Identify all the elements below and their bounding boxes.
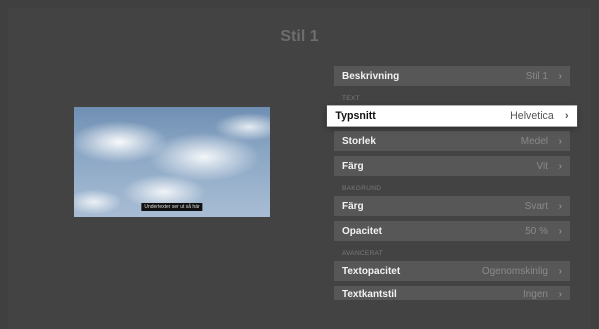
chevron-right-icon: › [558,160,562,172]
menu-item-label: Textkantstil [342,289,397,300]
chevron-right-icon: › [558,135,562,147]
menu-item-text-edge-style[interactable]: Textkantstil Ingen › [334,286,570,300]
subtitle-sample-text: Undertexter ser ut så här [141,203,203,211]
menu-item-value: Stil 1 [525,70,548,82]
menu-item-label: Storlek [342,135,376,147]
chevron-right-icon: › [558,289,562,300]
menu-item-value: Helvetica [510,110,554,122]
menu-item-opacity[interactable]: Opacitet 50 % › [334,221,570,241]
menu-item-size[interactable]: Storlek Medel › [334,131,570,151]
subtitle-preview: Undertexter ser ut så här [74,107,270,217]
menu-item-label: Färg [342,200,364,212]
menu-item-value: Medel [520,135,548,147]
settings-menu: Beskrivning Stil 1 › TEXT Typsnitt Helve… [326,66,578,305]
section-header-background: BAKGRUND [342,185,382,192]
page-title: Stil 1 [280,28,319,45]
chevron-right-icon: › [565,110,569,122]
chevron-right-icon: › [558,265,562,277]
menu-item-label: Beskrivning [342,70,400,82]
menu-item-value: Ingen [522,289,548,300]
menu-item-font[interactable]: Typsnitt Helvetica › [326,105,578,127]
menu-item-text-opacity[interactable]: Textopacitet Ogenomskinlig › [334,261,570,281]
menu-item-background-color[interactable]: Färg Svart › [334,196,570,216]
section-header-text: TEXT [342,95,360,102]
chevron-right-icon: › [558,70,562,82]
menu-item-label: Opacitet [342,225,383,237]
menu-item-value: Svart [524,200,548,212]
menu-item-label: Textopacitet [342,265,401,277]
menu-item-value: 50 % [525,225,548,237]
menu-item-value: Ogenomskinlig [481,265,548,277]
menu-item-value: Vit [536,160,549,172]
menu-item-text-color[interactable]: Färg Vit › [334,156,570,176]
menu-item-label: Färg [342,160,364,172]
menu-item-description[interactable]: Beskrivning Stil 1 › [334,66,570,86]
chevron-right-icon: › [558,225,562,237]
chevron-right-icon: › [558,200,562,212]
menu-item-label: Typsnitt [335,110,376,122]
section-header-advanced: AVANCERAT [342,250,383,257]
